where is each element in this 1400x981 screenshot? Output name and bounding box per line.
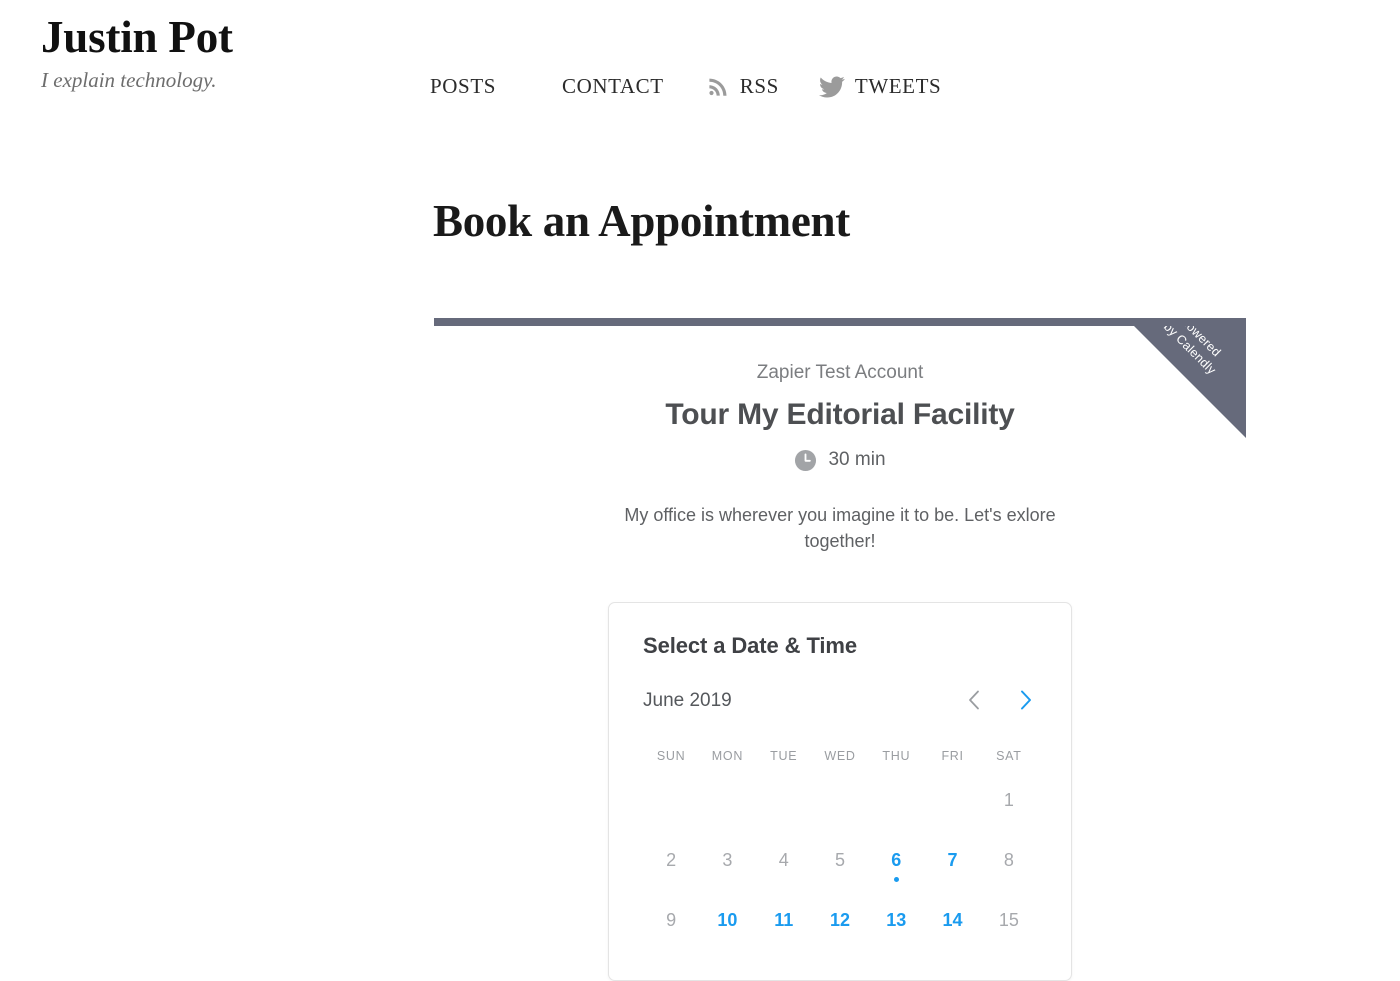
chevron-left-icon: [968, 690, 980, 713]
day-number: 9: [666, 910, 677, 930]
calendar-month-label: June 2019: [643, 690, 732, 711]
calendar-day-6[interactable]: 6: [868, 840, 924, 900]
calendar-day-13[interactable]: 13: [868, 900, 924, 960]
weekday-label: FRI: [941, 749, 964, 763]
nav-link-rss[interactable]: RSS: [706, 74, 779, 99]
ribbon-line-1: powered: [1178, 326, 1224, 360]
calendar-day-9: 9: [643, 900, 699, 960]
event-name: Tour My Editorial Facility: [665, 398, 1015, 431]
previous-month-button[interactable]: [963, 690, 985, 712]
chevron-right-icon: [1020, 690, 1032, 713]
calendar-day-10[interactable]: 10: [699, 900, 755, 960]
day-number: 13: [886, 910, 907, 930]
day-number: 1: [1003, 790, 1014, 810]
day-number: 6: [891, 850, 902, 870]
duration-label: 30 min: [828, 449, 886, 470]
day-number: 3: [722, 850, 733, 870]
calendar-month-row: June 2019: [643, 688, 1037, 714]
event-owner: Zapier Test Account: [756, 362, 924, 383]
calendar-nav-buttons: [963, 690, 1037, 712]
calendly-booking-widget: powered by Calendly Zapier Test Account …: [434, 318, 1246, 981]
page-title: Book an Appointment: [433, 196, 850, 246]
rss-icon: [706, 75, 730, 99]
day-number: 12: [829, 910, 850, 930]
widget-accent-bar: [434, 318, 1246, 326]
calendar-day-2: 2: [643, 840, 699, 900]
calendar-day-8: 8: [981, 840, 1037, 900]
day-number: 14: [942, 910, 963, 930]
day-number: 5: [834, 850, 845, 870]
nav-tweets-label: TWEETS: [854, 74, 942, 98]
widget-body: powered by Calendly Zapier Test Account …: [434, 326, 1246, 981]
site-header: Justin Pot I explain technology. POSTS C…: [0, 0, 1400, 130]
calendar-weekday-header: SUN MON TUE WED THU FRI SAT: [643, 748, 1037, 764]
calendar-day-5: 5: [812, 840, 868, 900]
calendar-day-4: 4: [756, 840, 812, 900]
site-brand: Justin Pot I explain technology.: [41, 8, 233, 94]
calendar-day-grid: 1 2 3 4 5 6 7 8 9 10 11 12 13 14 15: [643, 780, 1037, 960]
clock-icon: [794, 449, 817, 472]
weekday-label: SUN: [656, 749, 686, 763]
date-time-picker-card: Select a Date & Time June 2019 SUN MON T…: [608, 602, 1072, 981]
nav-link-tweets[interactable]: TWEETS: [818, 74, 942, 99]
calendar-heading: Select a Date & Time: [643, 633, 858, 658]
calendar-day-15: 15: [981, 900, 1037, 960]
event-description: My office is wherever you imagine it to …: [624, 505, 1056, 551]
today-indicator-dot: [893, 877, 899, 882]
brand-tagline: I explain technology.: [41, 68, 217, 92]
weekday-label: MON: [711, 749, 744, 763]
nav-rss-label: RSS: [739, 74, 779, 98]
calendar-day-14[interactable]: 14: [924, 900, 980, 960]
nav-link-contact[interactable]: CONTACT: [562, 74, 664, 99]
day-number: 15: [998, 910, 1019, 930]
nav-posts-label: POSTS: [430, 74, 497, 98]
nav-contact-label: CONTACT: [562, 74, 664, 98]
day-number: 2: [666, 850, 677, 870]
calendar-day-3: 3: [699, 840, 755, 900]
nav-link-posts[interactable]: POSTS: [430, 74, 496, 99]
calendar-day-12[interactable]: 12: [812, 900, 868, 960]
brand-name: Justin Pot: [41, 12, 233, 62]
weekday-label: TUE: [770, 749, 798, 763]
calendar-day-7[interactable]: 7: [924, 840, 980, 900]
day-number: 4: [778, 850, 789, 870]
next-month-button[interactable]: [1015, 690, 1037, 712]
calendar-day-1: 1: [981, 780, 1037, 840]
event-duration: 30 min: [434, 448, 1246, 472]
twitter-icon: [818, 75, 845, 99]
main-navigation: POSTS CONTACT RSS TWEETS: [430, 74, 941, 99]
day-number: 11: [774, 910, 794, 930]
day-number: 7: [947, 850, 958, 870]
weekday-label: WED: [824, 749, 856, 763]
calendar-day-11[interactable]: 11: [756, 900, 812, 960]
day-number: 8: [1003, 850, 1014, 870]
weekday-label: SAT: [996, 749, 1022, 763]
weekday-label: THU: [882, 749, 911, 763]
day-number: 10: [717, 910, 738, 930]
